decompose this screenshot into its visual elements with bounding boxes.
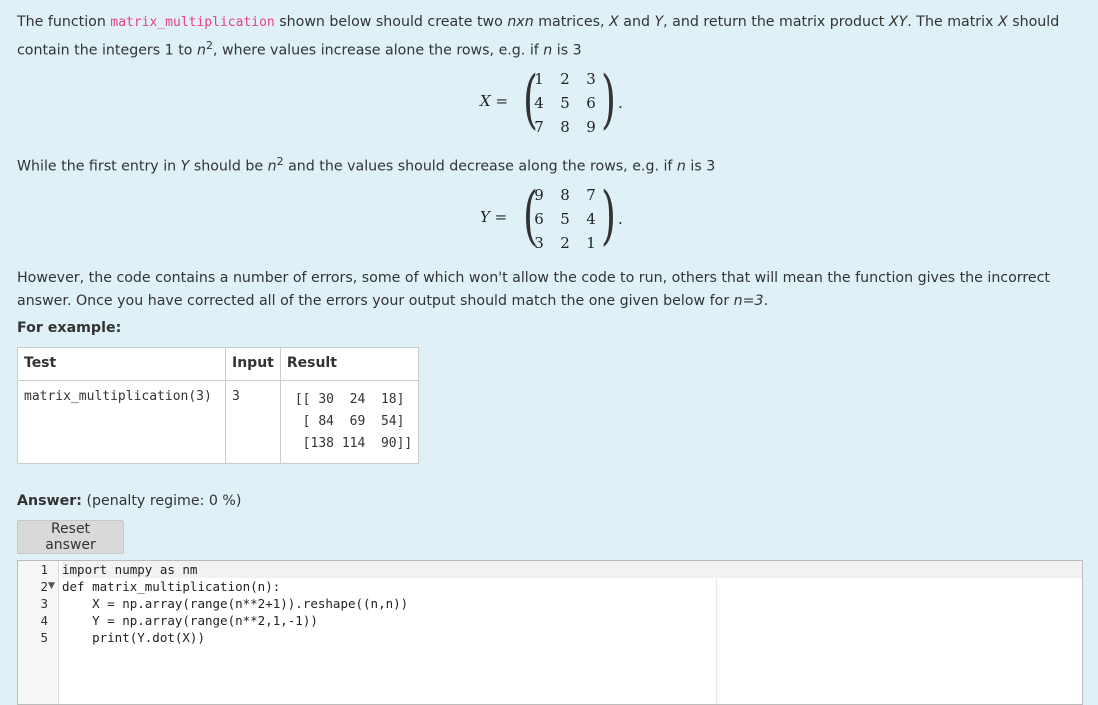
matrix-cell: 3 <box>534 234 544 252</box>
matrix-cell: 2 <box>560 70 570 88</box>
matrix-y-period: . <box>618 210 623 228</box>
matrix-cell: 1 <box>534 70 544 88</box>
code-line[interactable]: Y = np.array(range(n**2,1,-1)) <box>62 612 1082 629</box>
answer-label-row: Answer: (penalty regime: 0 %) <box>17 493 241 509</box>
question-middle: While the first entry in Y should be n2 … <box>17 155 716 175</box>
matrix-cell: 5 <box>560 94 570 112</box>
code-line[interactable]: def matrix_multiplication(n): <box>62 578 1082 595</box>
right-paren: ) <box>600 179 616 253</box>
example-heading: For example: <box>17 320 122 336</box>
matrix-x-label: X = <box>480 92 509 110</box>
matrix-cell: 9 <box>534 186 544 204</box>
line-number: 1 <box>40 562 48 577</box>
question-intro: The function matrix_multiplication shown… <box>17 14 1060 59</box>
cell-input: 3 <box>225 380 281 464</box>
header-test: Test <box>17 347 226 381</box>
matrix-cell: 6 <box>534 210 544 228</box>
line-number: 3 <box>40 596 48 611</box>
matrix-cell: 8 <box>560 118 570 136</box>
header-input: Input <box>225 347 281 381</box>
cell-test: matrix_multiplication(3) <box>17 380 226 464</box>
right-paren: ) <box>600 63 616 137</box>
code-line[interactable]: X = np.array(range(n**2+1)).reshape((n,n… <box>62 595 1082 612</box>
matrix-cell: 4 <box>534 94 544 112</box>
line-number: 2 <box>40 579 48 594</box>
matrix-y-label: Y = <box>480 208 508 226</box>
code-line[interactable]: import numpy as nm <box>62 561 1082 578</box>
matrix-x-period: . <box>618 94 623 112</box>
line-number: 4 <box>40 613 48 628</box>
table-header-row: Test Input Result <box>17 347 420 381</box>
matrix-cell: 8 <box>560 186 570 204</box>
line-gutter: 1 2 ▼ 3 4 5 <box>18 561 59 704</box>
function-name: matrix_multiplication <box>110 15 275 30</box>
reset-answer-button[interactable]: Reset answer <box>17 520 124 554</box>
table-row: matrix_multiplication(3) 3 [[ 30 24 18] … <box>17 380 420 464</box>
header-result: Result <box>279 347 420 381</box>
line-number: 5 <box>40 630 48 645</box>
cell-result: [[ 30 24 18] [ 84 69 54] [138 114 90]] <box>279 380 420 464</box>
question-outro: However, the code contains a number of e… <box>17 270 1050 309</box>
matrix-x: X = ( 1 2 3 4 5 6 7 8 9 ) . <box>480 66 640 142</box>
matrix-cell: 5 <box>560 210 570 228</box>
matrix-cell: 7 <box>534 118 544 136</box>
code-line[interactable]: print(Y.dot(X)) <box>62 629 1082 646</box>
matrix-cell: 2 <box>560 234 570 252</box>
fold-arrow-icon[interactable]: ▼ <box>48 578 58 595</box>
example-table: Test Input Result matrix_multiplication(… <box>17 347 420 464</box>
answer-label: Answer: <box>17 493 82 509</box>
matrix-y: Y = ( 9 8 7 6 5 4 3 2 1 ) . <box>480 182 640 258</box>
matrix-y-grid: 9 8 7 6 5 4 3 2 1 <box>526 184 604 254</box>
code-editor[interactable]: 1 2 ▼ 3 4 5 import numpy as nm def matri… <box>17 560 1083 705</box>
penalty-regime: (penalty regime: 0 %) <box>86 493 242 509</box>
code-lines[interactable]: import numpy as nm def matrix_multiplica… <box>62 561 1082 646</box>
matrix-x-grid: 1 2 3 4 5 6 7 8 9 <box>526 68 604 138</box>
